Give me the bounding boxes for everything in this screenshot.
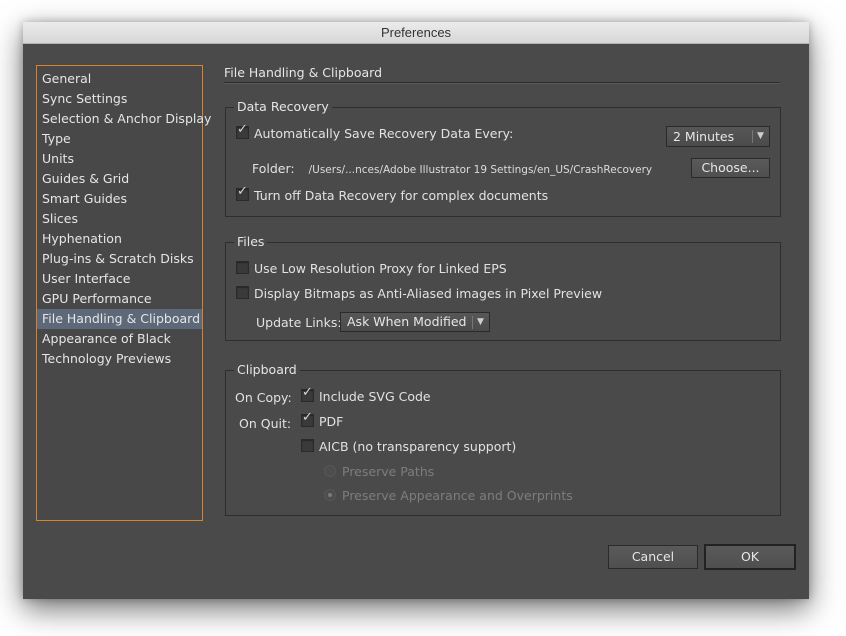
include-svg-row: ✓ Include SVG Code [301,385,431,405]
aicb-row: AICB (no transparency support) [301,439,516,455]
files-legend: Files [234,234,268,250]
sidebar-item-hyphenation[interactable]: Hyphenation [37,229,202,249]
sidebar-item-gpu-performance[interactable]: GPU Performance [37,289,202,309]
pdf-label: PDF [319,414,344,429]
data-recovery-group: Data Recovery ✓ Automatically Save Recove… [225,99,781,217]
clipboard-group: Clipboard On Copy: ✓ Include SVG Code On … [225,362,781,516]
folder-row: Folder: /Users/...nces/Adobe Illustrator… [252,161,652,178]
title-bar: Preferences [23,22,809,44]
sidebar-item-sync-settings[interactable]: Sync Settings [37,89,202,109]
low-res-proxy-row: Use Low Resolution Proxy for Linked EPS [236,261,507,277]
preserve-appearance-label: Preserve Appearance and Overprints [342,488,573,503]
anti-aliased-label: Display Bitmaps as Anti-Aliased images i… [254,286,603,301]
preserve-paths-radio[interactable] [324,465,336,477]
low-res-proxy-checkbox[interactable] [236,261,249,274]
folder-label: Folder: [252,161,295,176]
anti-aliased-checkbox[interactable] [236,286,249,299]
anti-aliased-row: Display Bitmaps as Anti-Aliased images i… [236,286,602,302]
preferences-dialog: Preferences General Sync Settings Selectio… [23,22,809,599]
sidebar-item-plug-ins-scratch-disks[interactable]: Plug-ins & Scratch Disks [37,249,202,269]
title-divider [224,82,780,84]
turn-off-recovery-checkbox[interactable]: ✓ [236,184,249,201]
include-svg-label: Include SVG Code [319,389,431,404]
sidebar-item-technology-previews[interactable]: Technology Previews [37,349,202,369]
chevron-down-icon: ▼ [757,131,764,141]
on-copy-label: On Copy: [235,390,292,405]
clipboard-legend: Clipboard [234,362,300,378]
dropdown-separator [472,316,473,329]
aicb-checkbox[interactable] [301,439,314,452]
recovery-interval-value: 2 Minutes [673,129,735,144]
ok-button[interactable]: OK [704,544,796,570]
recovery-interval-dropdown[interactable]: 2 Minutes ▼ [666,126,770,147]
checkmark-icon: ✓ [237,122,248,137]
aicb-label: AICB (no transparency support) [319,439,517,454]
checkmark-icon: ✓ [302,410,313,425]
update-links-value: Ask When Modified [347,314,467,329]
checkmark-icon: ✓ [302,385,313,400]
turn-off-recovery-label: Turn off Data Recovery for complex docum… [254,188,549,203]
data-recovery-legend: Data Recovery [234,99,332,115]
auto-save-label: Automatically Save Recovery Data Every: [254,126,514,141]
pdf-row: ✓ PDF [301,410,344,430]
preserve-appearance-radio[interactable] [324,489,336,501]
dropdown-separator [752,130,753,143]
preserve-paths-label: Preserve Paths [342,464,435,479]
preserve-paths-row: Preserve Paths [324,464,434,480]
sidebar-item-user-interface[interactable]: User Interface [37,269,202,289]
pdf-checkbox[interactable]: ✓ [301,410,314,427]
include-svg-checkbox[interactable]: ✓ [301,385,314,402]
sidebar-item-smart-guides[interactable]: Smart Guides [37,189,202,209]
preferences-sidebar: General Sync Settings Selection & Anchor D… [36,65,211,521]
turn-off-row: ✓ Turn off Data Recovery for complex docu… [236,184,549,204]
chevron-down-icon: ▼ [477,317,484,327]
auto-save-checkbox[interactable]: ✓ [236,122,249,139]
radio-selected-dot [328,493,332,497]
page-title: File Handling & Clipboard [224,65,383,80]
preserve-appearance-row: Preserve Appearance and Overprints [324,488,573,504]
files-group: Files Use Low Resolution Proxy for Linke… [225,234,781,341]
on-quit-label: On Quit: [239,416,292,431]
sidebar-item-general[interactable]: General [37,69,202,89]
cancel-button[interactable]: Cancel [608,545,698,569]
sidebar-item-selection-anchor-display[interactable]: Selection & Anchor Display [37,109,211,129]
low-res-proxy-label: Use Low Resolution Proxy for Linked EPS [254,261,507,276]
sidebar-item-units[interactable]: Units [37,149,202,169]
sidebar-item-file-handling-clipboard[interactable]: File Handling & Clipboard [37,309,202,329]
sidebar-item-slices[interactable]: Slices [37,209,202,229]
sidebar-item-guides-grid[interactable]: Guides & Grid [37,169,202,189]
update-links-label: Update Links: [256,315,342,330]
sidebar-item-type[interactable]: Type [37,129,202,149]
checkmark-icon: ✓ [237,184,248,199]
sidebar-item-appearance-of-black[interactable]: Appearance of Black [37,329,202,349]
auto-save-row: ✓ Automatically Save Recovery Data Every: [236,122,514,142]
folder-path: /Users/...nces/Adobe Illustrator 19 Sett… [308,164,653,176]
choose-folder-button[interactable]: Choose... [691,158,770,178]
update-links-dropdown[interactable]: Ask When Modified ▼ [340,312,490,332]
